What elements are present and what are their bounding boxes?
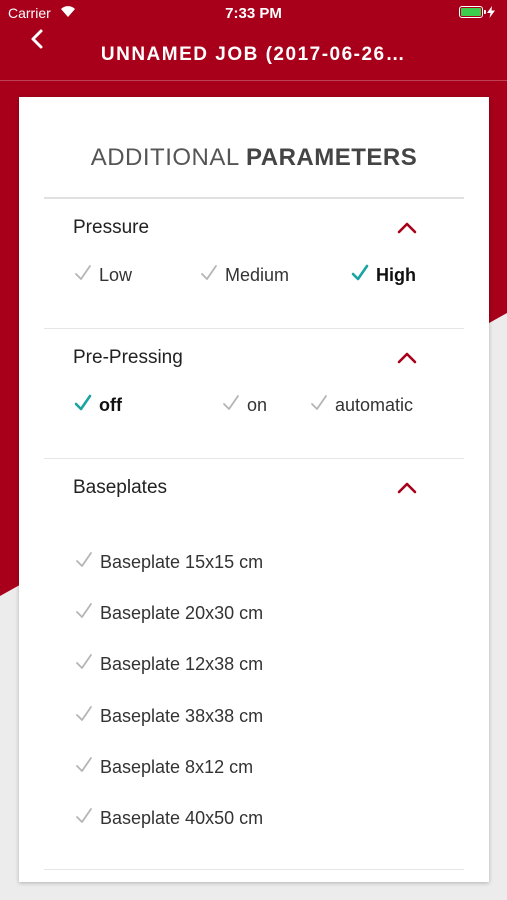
check-icon: [74, 806, 94, 831]
option-label: Baseplate 12x38 cm: [100, 654, 264, 674]
option-label: on: [247, 395, 268, 415]
pressure-title: Pressure: [73, 217, 150, 238]
option-label: Medium: [225, 265, 290, 285]
pressure-option-high[interactable]: High: [350, 263, 416, 288]
pressure-section: Pressure Low Medium High: [44, 211, 464, 285]
job-title: UNNAMED JOB (2017-06-26…: [100, 44, 407, 65]
battery-indicator: [459, 6, 495, 18]
option-label: Baseplate 20x30 cm: [100, 603, 264, 623]
check-icon: [199, 263, 219, 288]
check-icon: [74, 704, 94, 729]
check-icon: [221, 393, 241, 418]
baseplates-section: Baseplates: [44, 471, 464, 507]
chevron-up-icon[interactable]: [396, 221, 418, 235]
baseplate-option[interactable]: Baseplate 15x15 cm: [74, 550, 263, 575]
check-icon: [73, 393, 93, 418]
baseplate-option[interactable]: Baseplate 12x38 cm: [74, 652, 263, 677]
check-icon: [74, 550, 94, 575]
baseplate-option[interactable]: Baseplate 40x50 cm: [74, 806, 263, 831]
check-icon: [74, 755, 94, 780]
navigation-bar: UNNAMED JOB (2017-06-26…: [0, 28, 507, 80]
charging-bolt-icon: [487, 6, 495, 18]
section-divider: [44, 328, 464, 329]
parameters-card: ADDITIONAL PARAMETERS Pressure Low Mediu…: [19, 97, 489, 882]
check-icon: [74, 652, 94, 677]
option-label: off: [99, 395, 122, 415]
pre-pressing-section: Pre-Pressing off on automatic: [44, 341, 464, 415]
pre-pressing-header[interactable]: Pre-Pressing: [44, 341, 464, 377]
baseplate-option[interactable]: Baseplate 20x30 cm: [74, 601, 263, 626]
section-divider: [44, 458, 464, 459]
pressure-option-low[interactable]: Low: [73, 263, 132, 288]
pressure-option-medium[interactable]: Medium: [199, 263, 289, 288]
clock: 7:33 PM: [225, 5, 282, 22]
option-label: Baseplate 40x50 cm: [100, 808, 264, 828]
pre-pressing-option-automatic[interactable]: automatic: [309, 393, 413, 418]
option-label: High: [376, 265, 416, 285]
title-divider: [44, 197, 464, 199]
option-label: Baseplate 38x38 cm: [100, 706, 264, 726]
baseplates-header[interactable]: Baseplates: [44, 471, 464, 507]
navbar-divider: [0, 80, 507, 81]
baseplates-title: Baseplates: [73, 477, 168, 498]
pressure-header[interactable]: Pressure: [44, 211, 464, 247]
check-icon: [74, 601, 94, 626]
battery-icon: [459, 6, 486, 18]
card-title: ADDITIONAL PARAMETERS: [90, 144, 418, 171]
check-icon: [73, 263, 93, 288]
chevron-up-icon[interactable]: [396, 351, 418, 365]
option-label: Low: [99, 265, 133, 285]
pre-pressing-title: Pre-Pressing: [73, 347, 183, 368]
chevron-up-icon[interactable]: [396, 481, 418, 495]
option-label: automatic: [335, 395, 414, 415]
check-icon: [350, 263, 370, 288]
option-label: Baseplate 8x12 cm: [100, 757, 254, 777]
status-bar: Carrier 7:33 PM: [0, 0, 507, 28]
pre-pressing-option-off[interactable]: off: [73, 393, 122, 418]
check-icon: [309, 393, 329, 418]
baseplate-option[interactable]: Baseplate 38x38 cm: [74, 704, 263, 729]
pre-pressing-option-on[interactable]: on: [221, 393, 267, 418]
baseplate-option[interactable]: Baseplate 8x12 cm: [74, 755, 253, 780]
section-divider: [44, 869, 464, 870]
option-label: Baseplate 15x15 cm: [100, 552, 264, 572]
